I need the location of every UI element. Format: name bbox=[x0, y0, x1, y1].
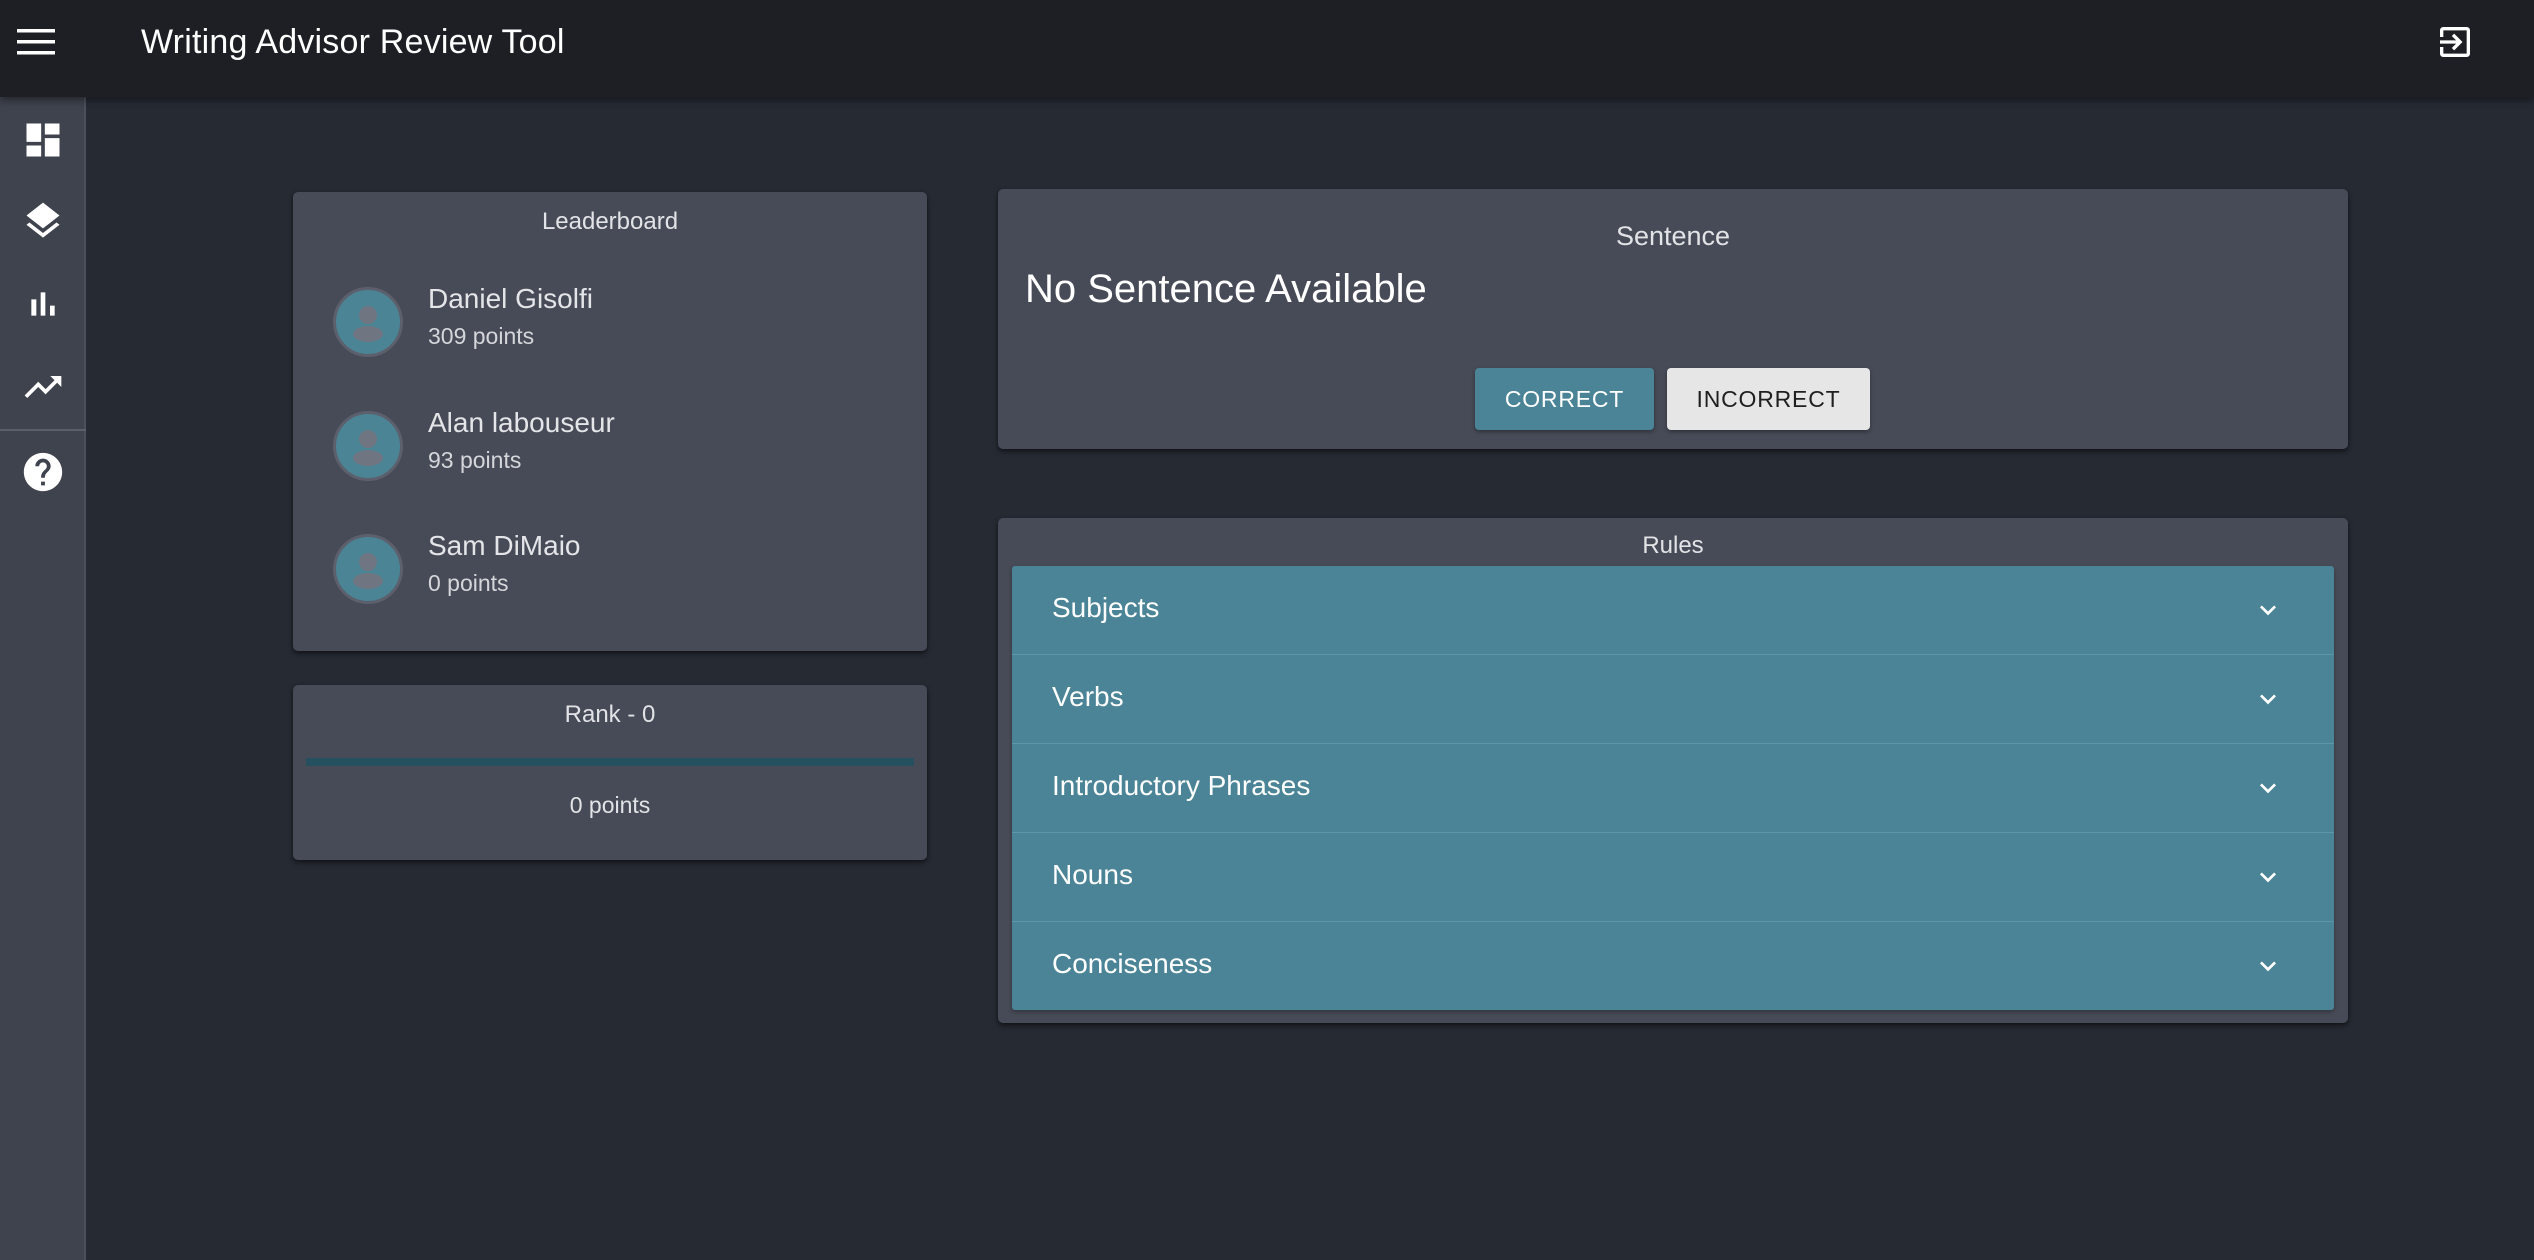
chevron-down-icon bbox=[2252, 861, 2284, 893]
nav-item-dashboard[interactable] bbox=[0, 100, 86, 180]
leaderboard-card: Leaderboard Daniel Gisolfi 309 points Al… bbox=[293, 192, 927, 651]
side-nav bbox=[0, 97, 86, 1260]
avatar-icon bbox=[353, 430, 383, 466]
app-title: Writing Advisor Review Tool bbox=[141, 23, 565, 61]
chevron-down-icon bbox=[2252, 594, 2284, 626]
sentence-title: Sentence bbox=[1615, 221, 1731, 251]
layers-icon bbox=[26, 202, 60, 238]
nav-item-help[interactable] bbox=[0, 432, 86, 512]
leaderboard-name: Alan labouseur bbox=[428, 407, 615, 438]
leaderboard-entry: Daniel Gisolfi 309 points bbox=[293, 277, 927, 367]
sentence-text: No Sentence Available bbox=[1025, 267, 1427, 311]
avatar-icon bbox=[353, 553, 383, 589]
rule-item-subjects[interactable]: Subjects bbox=[1012, 566, 2334, 655]
help-icon bbox=[23, 452, 63, 492]
chevron-down-icon bbox=[2252, 772, 2284, 804]
rank-title: Rank - 0 bbox=[564, 701, 656, 728]
rank-card: Rank - 0 0 points bbox=[293, 685, 927, 860]
app-bar: Writing Advisor Review Tool bbox=[0, 0, 2534, 97]
nav-item-statistics[interactable] bbox=[0, 264, 86, 344]
rule-item-nouns[interactable]: Nouns bbox=[1012, 833, 2334, 922]
leaderboard-entry: Alan labouseur 93 points bbox=[293, 401, 927, 491]
rank-progress-bar bbox=[306, 758, 914, 766]
avatar bbox=[333, 534, 403, 604]
leaderboard-points: 93 points bbox=[428, 447, 522, 473]
trending-up-icon bbox=[24, 376, 62, 398]
rule-label: Introductory Phrases bbox=[1052, 770, 1311, 801]
leaderboard-points: 0 points bbox=[428, 570, 509, 596]
avatar bbox=[333, 287, 403, 357]
dashboard-icon bbox=[26, 123, 60, 157]
rules-card: Rules Subjects Verbs Introductory Phrase… bbox=[998, 518, 2348, 1023]
chevron-down-icon bbox=[2252, 683, 2284, 715]
sentence-card: Sentence No Sentence Available CORRECT I… bbox=[998, 189, 2348, 449]
rule-item-introductory-phrases[interactable]: Introductory Phrases bbox=[1012, 744, 2334, 833]
nav-item-layers[interactable] bbox=[0, 181, 86, 261]
rules-accordion: Subjects Verbs Introductory Phrases Noun… bbox=[1012, 566, 2334, 1010]
incorrect-button[interactable]: INCORRECT bbox=[1667, 368, 1870, 430]
nav-item-trends[interactable] bbox=[0, 347, 86, 427]
bar-chart-icon bbox=[31, 292, 55, 316]
rule-item-verbs[interactable]: Verbs bbox=[1012, 655, 2334, 744]
rule-label: Subjects bbox=[1052, 592, 1160, 623]
rules-title: Rules bbox=[1642, 532, 1704, 559]
nav-divider bbox=[0, 429, 86, 431]
avatar bbox=[333, 411, 403, 481]
leaderboard-name: Sam DiMaio bbox=[428, 530, 581, 561]
avatar-icon bbox=[353, 306, 383, 342]
rule-label: Conciseness bbox=[1052, 948, 1213, 979]
leaderboard-points: 309 points bbox=[428, 323, 535, 349]
leaderboard-title: Leaderboard bbox=[541, 208, 679, 235]
rule-label: Verbs bbox=[1052, 681, 1124, 712]
rule-label: Nouns bbox=[1052, 859, 1133, 890]
logout-icon bbox=[2440, 27, 2470, 57]
menu-button[interactable] bbox=[12, 18, 60, 66]
logout-button[interactable] bbox=[2430, 17, 2480, 67]
rank-points: 0 points bbox=[569, 792, 651, 818]
correct-button[interactable]: CORRECT bbox=[1475, 368, 1654, 430]
leaderboard-entry: Sam DiMaio 0 points bbox=[293, 524, 927, 614]
rule-item-conciseness[interactable]: Conciseness bbox=[1012, 922, 2334, 1010]
chevron-down-icon bbox=[2252, 950, 2284, 982]
leaderboard-name: Daniel Gisolfi bbox=[428, 283, 593, 314]
menu-icon bbox=[17, 29, 55, 55]
